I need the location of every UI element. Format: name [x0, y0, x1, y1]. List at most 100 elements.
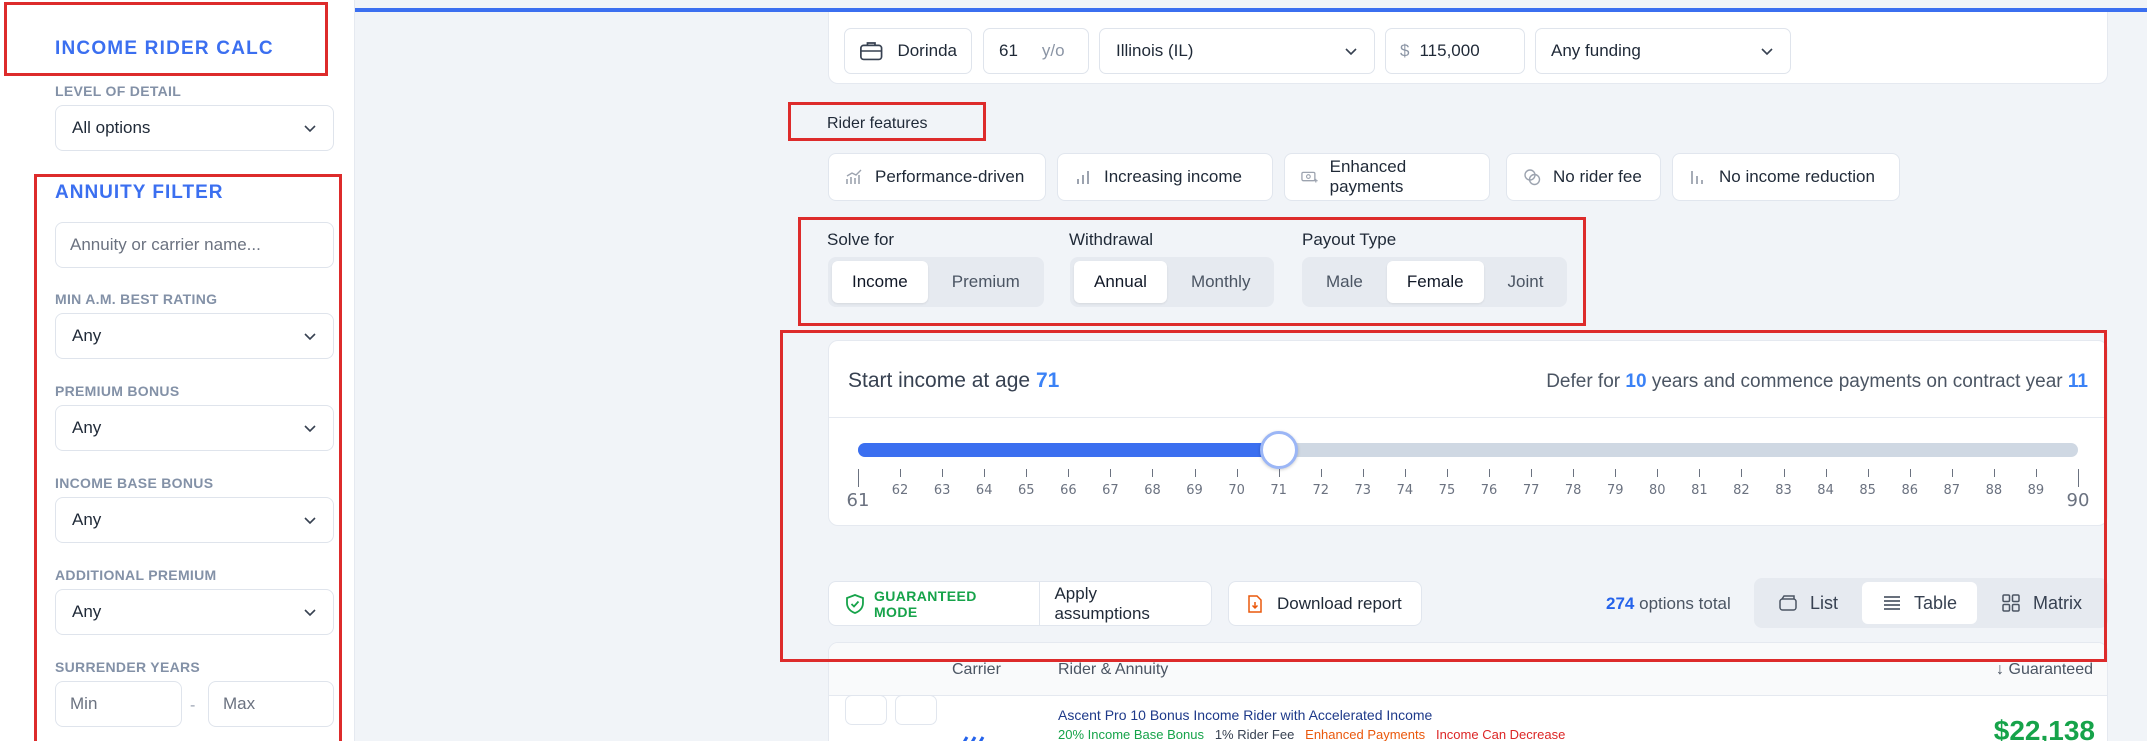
age-slider-thumb[interactable] — [1259, 431, 1298, 469]
options-total: 274 options total — [1606, 594, 1731, 614]
feature-label: No income reduction — [1719, 167, 1875, 186]
min-rating-select[interactable]: Any — [55, 313, 334, 359]
withdrawal-label: Withdrawal — [1069, 230, 1154, 249]
rider-features-label: Rider features — [827, 115, 928, 132]
premium-bonus-select[interactable]: Any — [55, 405, 334, 451]
funding-select[interactable]: Any funding — [1535, 28, 1791, 74]
row-expand-button[interactable] — [895, 695, 937, 725]
feature-no-rider-fee[interactable]: No rider fee — [1506, 153, 1661, 201]
tag-income-can-decrease: Income Can Decrease — [1435, 727, 1566, 741]
withdrawal-toggle: Annual Monthly — [1070, 257, 1275, 307]
additional-premium-select[interactable]: Any — [55, 589, 334, 635]
defer-prefix: Defer for — [1546, 371, 1621, 392]
age-unit: y/o — [1041, 41, 1065, 60]
age-tick — [1699, 469, 1701, 477]
payout-male[interactable]: Male — [1306, 261, 1383, 303]
level-of-detail-label: LEVEL OF DETAIL — [55, 83, 182, 99]
feature-no-income-reduction[interactable]: No income reduction — [1672, 153, 1900, 201]
shield-check-icon — [846, 593, 864, 614]
row-checkbox[interactable] — [845, 695, 887, 725]
view-matrix-button[interactable]: Matrix — [1981, 582, 2102, 624]
solve-for-income[interactable]: Income — [832, 261, 928, 303]
age-tick-label: 78 — [1564, 483, 1582, 498]
age-tick — [858, 469, 859, 487]
guaranteed-mode-label: GUARANTEED MODE — [873, 587, 977, 620]
min-rating-value: Any — [72, 326, 102, 345]
start-income-prefix: Start income at age — [848, 369, 1031, 392]
options-suffix: options total — [1639, 594, 1731, 613]
age-tick-label: 85 — [1859, 483, 1876, 498]
feature-label: Performance-driven — [875, 167, 1025, 186]
surrender-years-max-input[interactable] — [208, 681, 334, 727]
age-tick — [1489, 469, 1491, 477]
view-switcher: List Table Matrix — [1754, 578, 2108, 628]
withdrawal-annual[interactable]: Annual — [1074, 261, 1167, 303]
age-tick-label: 75 — [1438, 483, 1456, 498]
age-tick — [1615, 469, 1617, 477]
view-list-label: List — [1810, 592, 1839, 613]
view-matrix-label: Matrix — [2033, 592, 2083, 613]
client-name-field[interactable]: Dorinda — [844, 28, 972, 74]
view-list-button[interactable]: List — [1758, 582, 1858, 624]
guaranteed-mode-toggle[interactable]: GUARANTEED MODE — [829, 582, 1041, 625]
payout-joint[interactable]: Joint — [1488, 261, 1564, 303]
income-start-panel: Start income at age 71 Defer for 10 year… — [828, 340, 2108, 526]
chevron-down-icon — [304, 425, 316, 433]
rider-tags: 20% Income Base Bonus 1% Rider Fee Enhan… — [1058, 727, 1565, 741]
age-tick — [1909, 469, 1911, 477]
feature-label: Increasing income — [1104, 167, 1242, 186]
bars-icon — [1691, 171, 1703, 184]
download-report-button[interactable]: Download report — [1228, 581, 1422, 626]
premium-bonus-label: PREMIUM BONUS — [55, 383, 180, 399]
level-of-detail-select[interactable]: All options — [55, 105, 334, 151]
state-value: Illinois (IL) — [1116, 41, 1194, 60]
state-select[interactable]: Illinois (IL) — [1099, 28, 1375, 74]
age-value: 61 — [999, 41, 1018, 60]
age-tick-label: 79 — [1606, 483, 1624, 498]
coins-icon — [1524, 169, 1541, 186]
view-table-label: Table — [1914, 592, 1958, 613]
wallet-icon — [1779, 595, 1797, 611]
surrender-years-min-input[interactable] — [55, 681, 182, 727]
tag-rider-fee: 1% Rider Fee — [1214, 727, 1295, 741]
income-base-bonus-select[interactable]: Any — [55, 497, 334, 543]
min-rating-label: MIN A.M. BEST RATING — [55, 291, 218, 307]
column-rider-annuity[interactable]: Rider & Annuity — [1058, 661, 1168, 679]
annuity-filter-title: ANNUITY FILTER — [55, 182, 224, 203]
age-tick — [1993, 469, 1995, 477]
income-base-bonus-label: INCOME BASE BONUS — [55, 475, 214, 491]
column-guaranteed[interactable]: ↓ Guaranteed — [1996, 661, 2093, 679]
money-plus-icon — [1301, 171, 1318, 183]
payout-type-toggle: Male Female Joint — [1302, 257, 1568, 307]
feature-enhanced-payments[interactable]: Enhanced payments — [1284, 153, 1490, 201]
age-tick — [1783, 469, 1785, 477]
column-carrier[interactable]: Carrier — [952, 661, 1001, 679]
age-tick — [1867, 469, 1869, 477]
feature-increasing-income[interactable]: Increasing income — [1057, 153, 1273, 201]
amount-field[interactable]: $ 115,000 — [1385, 28, 1525, 74]
age-tick — [1404, 469, 1406, 477]
age-tick-label: 81 — [1691, 483, 1708, 498]
age-tick-label: 88 — [1985, 483, 2003, 498]
payout-female[interactable]: Female — [1386, 261, 1484, 303]
solve-for-premium[interactable]: Premium — [932, 261, 1040, 303]
age-tick — [900, 469, 902, 477]
annuity-search-input[interactable] — [55, 222, 334, 268]
age-tick-label: 66 — [1060, 483, 1077, 498]
age-tick — [1531, 469, 1533, 477]
briefcase-icon — [860, 42, 883, 61]
download-file-icon — [1248, 594, 1262, 613]
age-tick-label: 63 — [933, 483, 951, 498]
tag-enhanced-payments: Enhanced Payments — [1305, 727, 1426, 741]
premium-bonus-value: Any — [72, 418, 102, 437]
age-tick — [1362, 469, 1364, 477]
rider-name-link[interactable]: Ascent Pro 10 Bonus Income Rider with Ac… — [1058, 707, 1432, 723]
withdrawal-monthly[interactable]: Monthly — [1171, 261, 1271, 303]
chevron-down-icon — [304, 609, 316, 617]
age-tick-label: 83 — [1775, 483, 1792, 498]
age-tick — [1573, 469, 1575, 477]
apply-assumptions-button[interactable]: Apply assumptions — [1040, 584, 1211, 624]
age-field[interactable]: 61 y/o — [983, 28, 1089, 74]
view-table-button[interactable]: Table — [1862, 582, 1978, 624]
feature-performance-driven[interactable]: Performance-driven — [828, 153, 1046, 201]
